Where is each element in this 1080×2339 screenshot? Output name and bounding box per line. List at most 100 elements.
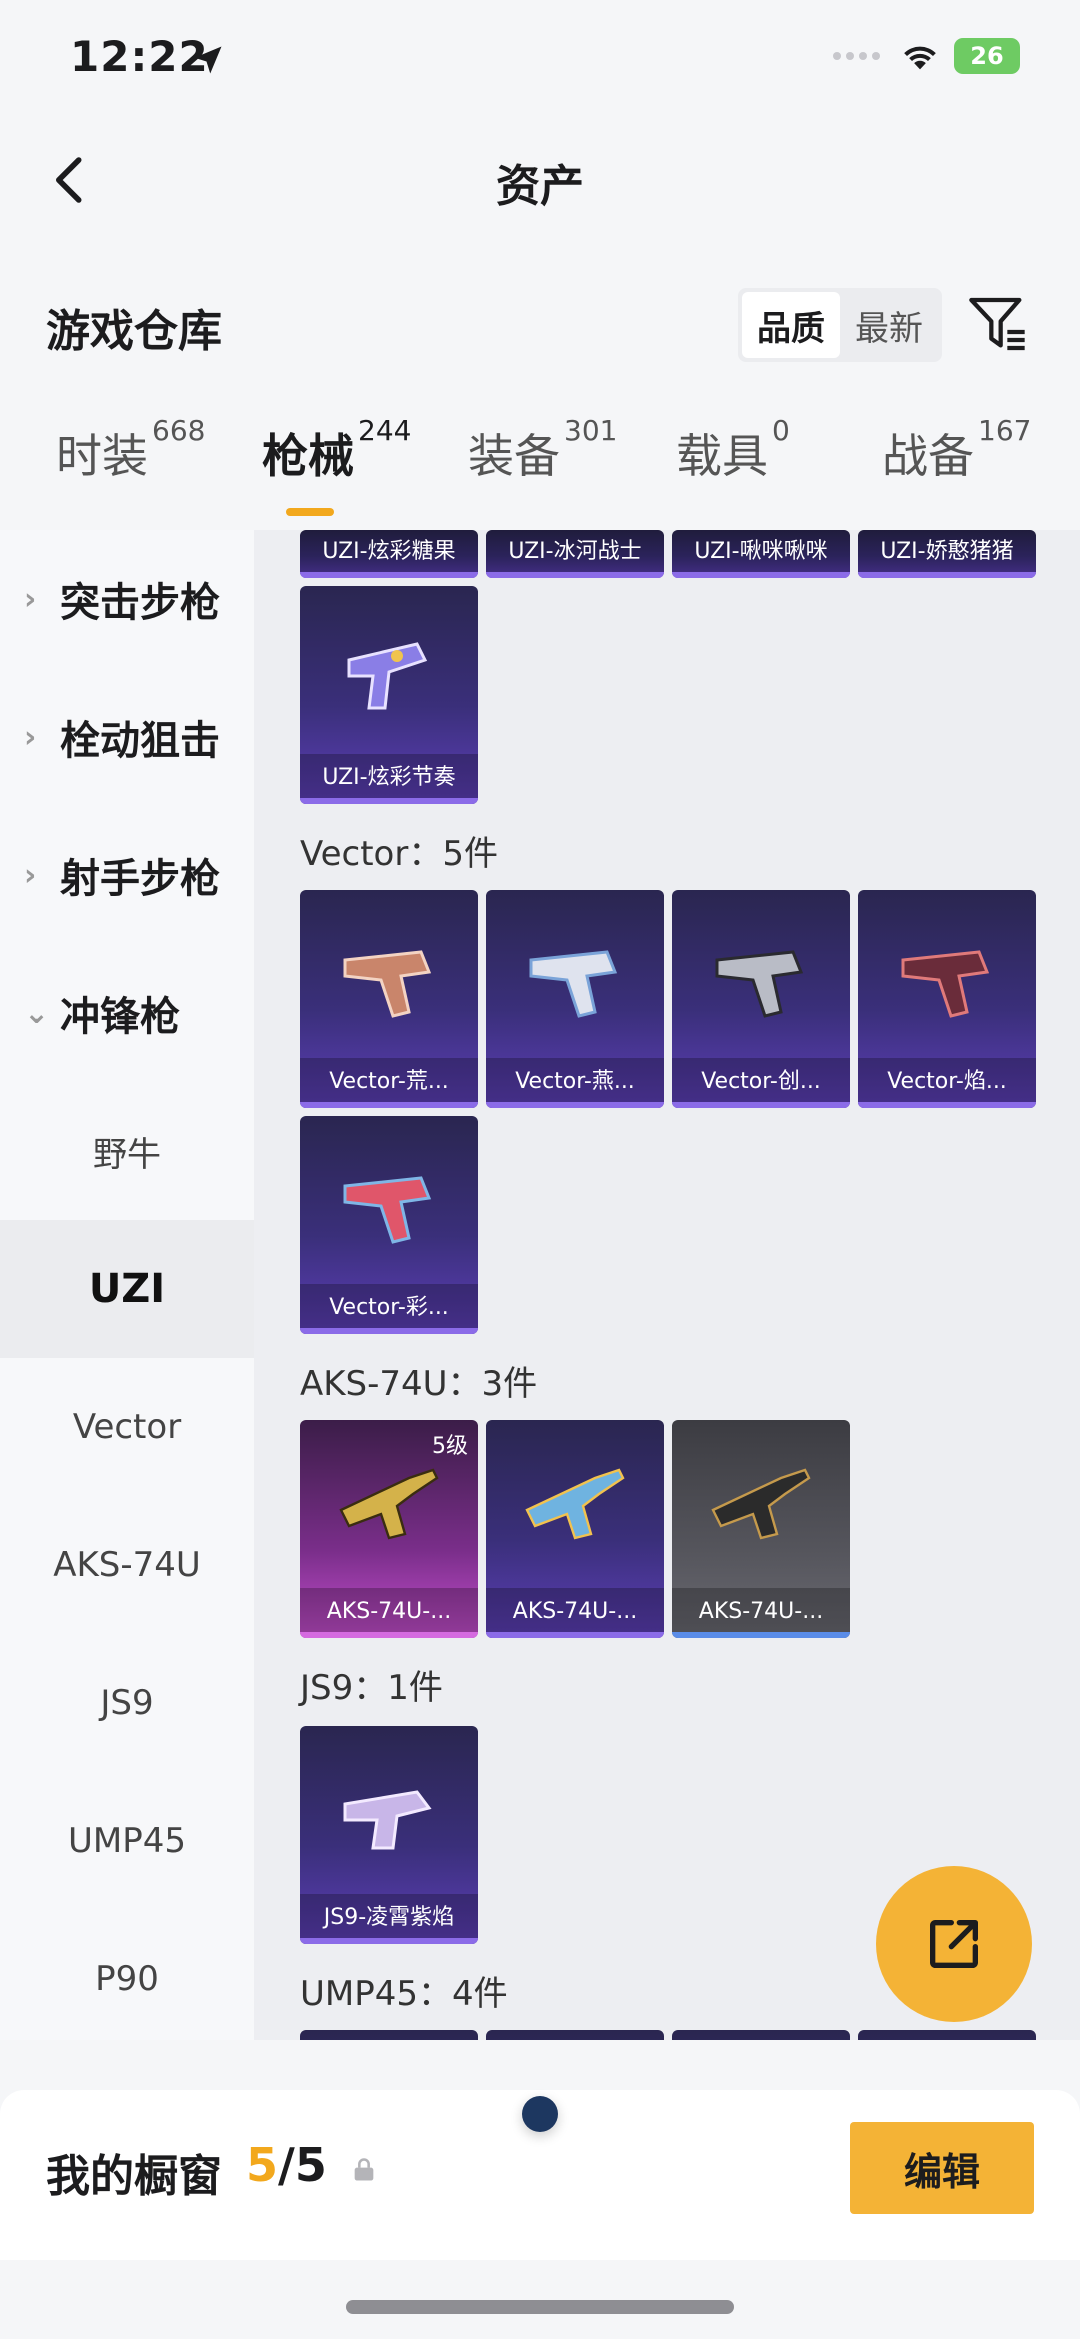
weapon-card[interactable] [672, 2030, 850, 2040]
aks-gun-icon [711, 1468, 811, 1540]
status-bar: 12:22 26 [0, 0, 1080, 120]
filter-icon[interactable] [966, 292, 1030, 356]
section-title-js9: JS9：1件 [300, 1668, 443, 1708]
sidebar-item-p90[interactable]: P90 [0, 1910, 254, 2048]
weapon-card[interactable]: UZI-啾咪啾咪 [672, 530, 850, 578]
tab-count: 668 [152, 414, 206, 447]
tab-weapons[interactable]: 枪械 244 [262, 414, 411, 486]
sort-quality[interactable]: 品质 [742, 292, 840, 358]
weapon-card[interactable]: Vector-焰... [858, 890, 1036, 1108]
page-title: 资产 [496, 161, 584, 212]
weapon-card[interactable]: UZI-娇憨猪猪 [858, 530, 1036, 578]
weapon-card-label: AKS-74U-... [300, 1588, 478, 1638]
weapon-grid: UZI-炫彩糖果 UZI-冰河战士 UZI-啾咪啾咪 UZI-娇憨猪猪 UZI-… [254, 530, 1080, 2040]
sidebar-item-assault-rifle[interactable]: › 突击步枪 [0, 530, 254, 668]
uzi-gun-icon [347, 642, 428, 710]
showcase-count-current: 5 [246, 2138, 279, 2192]
weapon-card-label: UZI-啾咪啾咪 [672, 530, 850, 574]
category-tabs: 时装 668 枪械 244 装备 301 载具 0 战备 167 [0, 414, 1080, 530]
section-title-ump45: UMP45：4件 [300, 1974, 508, 2014]
rarity-bar [486, 1632, 664, 1638]
sidebar-item-uzi[interactable]: UZI [0, 1220, 254, 1358]
js9-gun-icon [343, 1790, 432, 1850]
showcase-count-total: /5 [278, 2138, 327, 2192]
weapon-card[interactable]: UZI-冰河战士 [486, 530, 664, 578]
sidebar-item-smg[interactable]: ⌄ 冲锋枪 [0, 944, 254, 1082]
weapon-card-label: UZI-炫彩节奏 [300, 754, 478, 804]
rarity-bar [858, 572, 1036, 578]
vector-gun-icon [715, 950, 804, 1018]
sidebar-item-label: 栓动狙击 [60, 718, 220, 764]
weapon-card-label: Vector-焰... [858, 1058, 1036, 1108]
sidebar-item-label: 射手步枪 [60, 856, 220, 902]
lock-icon [354, 2158, 374, 2181]
edit-button[interactable]: 编辑 [850, 2122, 1034, 2214]
tab-label: 时装 [56, 429, 148, 483]
sort-latest[interactable]: 最新 [840, 292, 938, 358]
showcase-count: 5/5 [246, 2138, 327, 2192]
weapon-card[interactable]: UZI-炫彩糖果 [300, 530, 478, 578]
sidebar-item-aks74u[interactable]: AKS-74U [0, 1496, 254, 1634]
sidebar-item-js9[interactable]: JS9 [0, 1634, 254, 1772]
weapon-card[interactable]: AKS-74U-... [672, 1420, 850, 1638]
sidebar-item-bolt-sniper[interactable]: › 栓动狙击 [0, 668, 254, 806]
section-title-vector: Vector：5件 [300, 834, 498, 874]
vector-gun-icon [343, 950, 432, 1018]
location-arrow-icon [194, 46, 222, 74]
floating-orb-icon[interactable] [522, 2096, 558, 2132]
tab-count: 167 [978, 414, 1032, 447]
chevron-right-icon: › [24, 719, 37, 755]
rarity-bar [300, 1938, 478, 1944]
battery-level: 26 [970, 42, 1004, 70]
vector-gun-icon [529, 950, 618, 1018]
signal-icon [833, 52, 880, 60]
weapon-card[interactable]: Vector-荒... [300, 890, 478, 1108]
tab-label: 枪械 [262, 429, 354, 483]
weapon-card[interactable]: UZI-炫彩节奏 [300, 586, 478, 804]
active-tab-indicator [286, 508, 334, 516]
vector-gun-icon [343, 1176, 432, 1244]
sidebar-item-ump45[interactable]: UMP45 [0, 1772, 254, 1910]
home-indicator[interactable] [346, 2300, 734, 2314]
header: 资产 [0, 120, 1080, 240]
weapon-card[interactable]: JS9-凌霄紫焰 [300, 1726, 478, 1944]
section-title-aks74u: AKS-74U：3件 [300, 1364, 538, 1404]
weapon-card[interactable] [486, 2030, 664, 2040]
tab-label: 战备 [882, 429, 974, 483]
warehouse-row: 游戏仓库 品质 最新 [0, 270, 1080, 380]
sidebar-item-marksman-rifle[interactable]: › 射手步枪 [0, 806, 254, 944]
weapon-card[interactable] [300, 2030, 478, 2040]
weapon-card[interactable] [858, 2030, 1036, 2040]
weapon-card[interactable]: Vector-彩... [300, 1116, 478, 1334]
vector-gun-icon [901, 950, 990, 1018]
rarity-bar [300, 1632, 478, 1638]
chevron-down-icon: ⌄ [24, 995, 50, 1031]
rarity-bar [300, 572, 478, 578]
aks-gun-icon [525, 1468, 625, 1540]
tab-label: 装备 [468, 429, 560, 483]
sort-toggle: 品质 最新 [738, 288, 942, 362]
tab-equipment[interactable]: 装备 301 [468, 414, 617, 486]
rarity-bar [300, 798, 478, 804]
rarity-bar [672, 1632, 850, 1638]
tab-gear[interactable]: 战备 167 [882, 414, 1031, 486]
weapon-card-label: Vector-荒... [300, 1058, 478, 1108]
weapon-card[interactable]: Vector-燕... [486, 890, 664, 1108]
warehouse-title: 游戏仓库 [46, 306, 222, 357]
tab-outfits[interactable]: 时装 668 [56, 414, 205, 486]
tab-count: 301 [564, 414, 618, 447]
weapon-card[interactable]: Vector-创... [672, 890, 850, 1108]
weapon-card[interactable]: 5级 AKS-74U-... [300, 1420, 478, 1638]
weapon-card-label: UZI-炫彩糖果 [300, 530, 478, 574]
share-button[interactable] [876, 1866, 1032, 2022]
tab-vehicles[interactable]: 载具 0 [676, 414, 790, 486]
sidebar-item-vector[interactable]: Vector [0, 1358, 254, 1496]
wifi-icon [904, 46, 936, 70]
weapon-card-label: Vector-创... [672, 1058, 850, 1108]
sidebar-item-bizon[interactable]: 野牛 [0, 1082, 254, 1220]
weapon-card-label: AKS-74U-... [486, 1588, 664, 1638]
weapon-card[interactable]: AKS-74U-... [486, 1420, 664, 1638]
weapon-card-label: JS9-凌霄紫焰 [300, 1894, 478, 1944]
chevron-right-icon: › [24, 581, 37, 617]
rarity-bar [672, 1102, 850, 1108]
